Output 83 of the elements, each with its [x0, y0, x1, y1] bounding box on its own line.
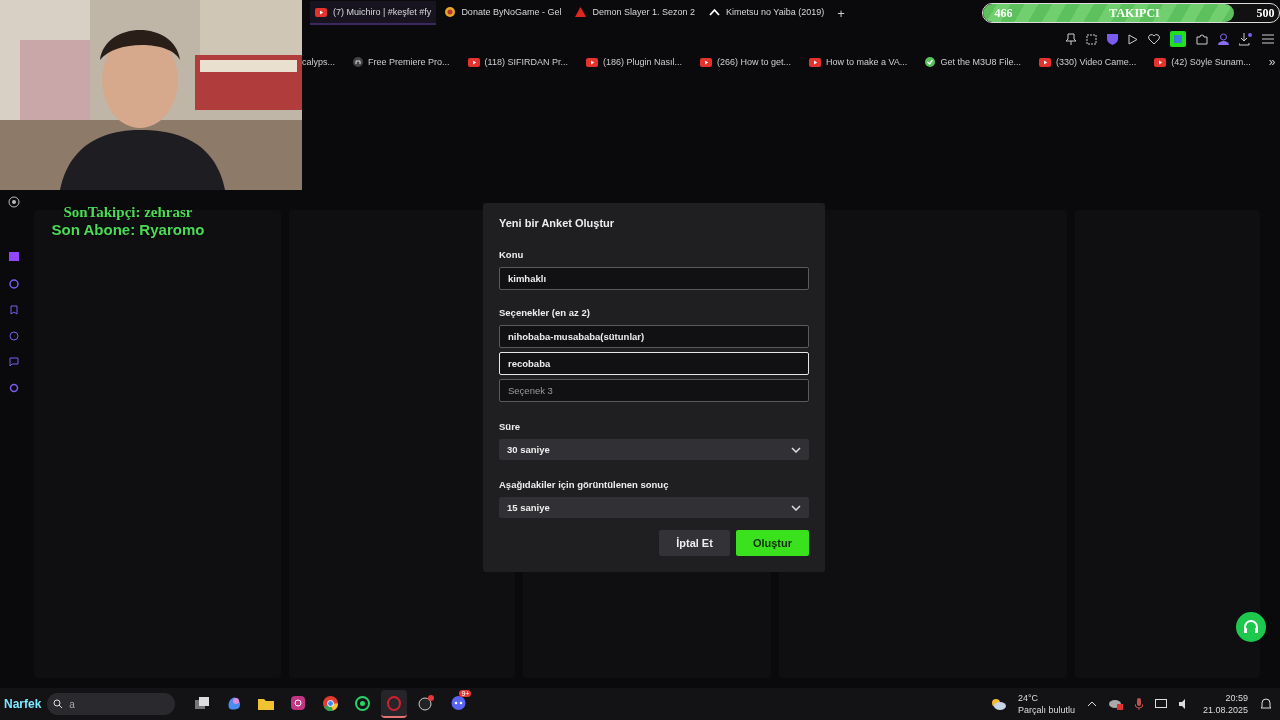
- translate-icon[interactable]: [1169, 31, 1186, 47]
- weather-icon: [989, 697, 1006, 711]
- bookmark-icon[interactable]: [9, 305, 19, 315]
- clock-time: 20:59: [1225, 692, 1248, 704]
- bookmark-link[interactable]: (330) Video Came...: [1055, 57, 1137, 67]
- last-subscriber-text: Son Abone: Ryaromo: [51, 221, 205, 238]
- bookmark-link[interactable]: calyps...: [302, 57, 335, 67]
- camera-icon: [291, 696, 306, 710]
- record-icon: [418, 695, 435, 711]
- bookmark-link[interactable]: Get the M3U8 File...: [940, 57, 1021, 67]
- heart-icon[interactable]: [1147, 33, 1160, 45]
- create-button[interactable]: Oluştur: [735, 530, 809, 556]
- new-tab-button[interactable]: +: [837, 5, 845, 21]
- ring-icon: [387, 695, 402, 711]
- goal-label: TAKIPCI: [1109, 5, 1160, 21]
- bookmark-link[interactable]: How to make a VA...: [826, 57, 908, 67]
- chevron-down-icon: [791, 504, 801, 511]
- start-button[interactable]: Narfek: [4, 697, 42, 711]
- chevron-up-icon: [709, 8, 720, 16]
- menu-icon[interactable]: [1261, 34, 1274, 44]
- bookmark-link[interactable]: (186) Plugin Nasıl...: [602, 57, 682, 67]
- check-circle-icon: [925, 57, 936, 67]
- option-field[interactable]: nihobaba-musababa(sütunlar): [499, 325, 809, 348]
- field-label: Konu: [499, 249, 525, 260]
- tray-expand-icon[interactable]: [1086, 701, 1097, 707]
- result-duration-select[interactable]: 15 saniye: [499, 497, 809, 518]
- cancel-button[interactable]: İptal Et: [659, 530, 730, 556]
- browser-icon: [322, 695, 338, 711]
- crop-icon[interactable]: [1085, 33, 1097, 45]
- search-field[interactable]: a: [47, 693, 176, 715]
- swirl-icon: [227, 696, 242, 710]
- notification-icon[interactable]: [1260, 698, 1272, 710]
- video-play-icon: [809, 57, 821, 67]
- bookmark-link[interactable]: (42) Söyle Sunam...: [1171, 57, 1251, 67]
- bookmark-link[interactable]: (266) How to get...: [716, 57, 791, 67]
- option-field[interactable]: recobaba: [499, 352, 809, 375]
- field-label: Aşağıdakiler için görüntülenen sonuç: [499, 479, 670, 490]
- pin-icon[interactable]: [1065, 33, 1076, 45]
- cloud-icon[interactable]: [1108, 698, 1123, 710]
- field-label: Süre: [499, 421, 522, 432]
- microphone-icon[interactable]: [1134, 698, 1143, 710]
- goal-target: 500: [1256, 5, 1275, 21]
- browser-tab[interactable]: Donate ByNoGame - Gel: [440, 1, 567, 25]
- browser-tab[interactable]: (7) Muichiro | #keşfet #fy: [310, 1, 437, 25]
- play-icon[interactable]: [1127, 33, 1138, 45]
- video-play-icon: [1038, 57, 1051, 67]
- folder-icon: [258, 696, 275, 710]
- video-play-icon: [1154, 57, 1167, 67]
- goal-current: 466: [994, 5, 1013, 21]
- coin-icon: [445, 7, 456, 17]
- topic-field[interactable]: kimhaklı: [499, 267, 809, 290]
- profile-icon[interactable]: [1217, 33, 1229, 45]
- video-play-icon: [315, 7, 327, 17]
- browser-tab[interactable]: Demon Slayer 1. Sezon 2: [570, 1, 700, 25]
- chevron-down-icon: [791, 446, 801, 453]
- triangle-icon: [575, 7, 587, 17]
- circle-icon: [353, 57, 363, 67]
- field-label: Seçenekler (en az 2): [499, 307, 591, 318]
- more-bookmarks-button[interactable]: »: [1268, 55, 1276, 69]
- shield-icon[interactable]: [1106, 33, 1118, 45]
- channel-icon[interactable]: [9, 252, 19, 263]
- headset-icon: [1243, 619, 1259, 635]
- duration-select[interactable]: 30 saniye: [499, 439, 809, 460]
- weather-text: Parçalı bulutlu: [1017, 704, 1075, 716]
- settings-icon[interactable]: [8, 196, 20, 208]
- temperature-text: 24°C: [1017, 692, 1038, 704]
- chat-icon[interactable]: [9, 357, 19, 367]
- monitor-icon[interactable]: [1154, 698, 1167, 710]
- record-icon[interactable]: [9, 279, 19, 289]
- browser-tab[interactable]: Kimetsu no Yaiba (2019): [704, 1, 830, 25]
- video-play-icon: [585, 57, 598, 67]
- bookmark-link[interactable]: (118) SIFIRDAN Pr...: [484, 57, 568, 67]
- dialog-title: Yeni bir Anket Oluştur: [499, 217, 616, 229]
- option-field[interactable]: Seçenek 3: [499, 379, 809, 402]
- last-follower-text: SonTakipçi: zehrasr: [63, 204, 193, 221]
- windows-icon: [195, 697, 210, 709]
- help-button[interactable]: [1236, 612, 1266, 642]
- bookmark-link[interactable]: Free Premiere Pro...: [368, 57, 450, 67]
- taskbar-app[interactable]: [381, 690, 408, 718]
- video-play-icon: [699, 57, 712, 67]
- download-icon[interactable]: [1238, 32, 1252, 46]
- clock-date: 21.08.2025: [1202, 704, 1248, 716]
- video-play-icon: [467, 57, 480, 67]
